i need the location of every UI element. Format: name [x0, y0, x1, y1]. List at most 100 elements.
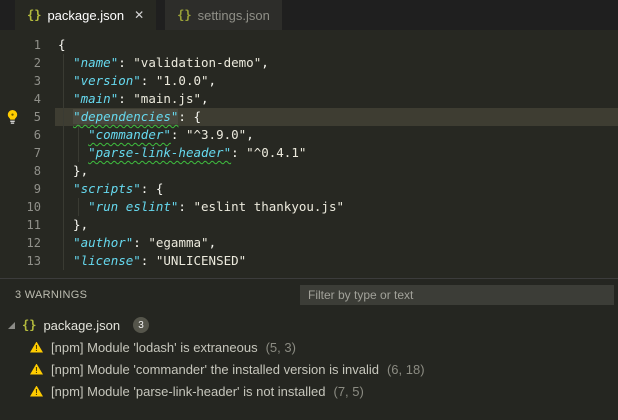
problems-panel: 3 WARNINGS {} package.json 3 ! [npm] Modu… — [0, 278, 618, 420]
code-line[interactable]: }, — [58, 162, 618, 180]
tab-bar: {} package.json ✕ {} settings.json — [0, 0, 618, 30]
token-str: "validation-demo" — [133, 55, 262, 70]
code-line[interactable]: { — [58, 36, 618, 54]
json-icon: {} — [22, 318, 37, 332]
token-str: "1.0.0" — [155, 73, 209, 88]
token-punc: : — [133, 235, 149, 250]
problems-tree: {} package.json 3 ! [npm] Module 'lodash'… — [0, 314, 618, 402]
token-punc — [58, 181, 73, 196]
json-icon: {} — [27, 8, 42, 22]
problem-position: (5, 3) — [265, 339, 296, 355]
line-number: 11 — [26, 218, 41, 232]
token-str: "^0.4.1" — [246, 145, 307, 160]
token-punc — [58, 73, 73, 88]
token-punc: , — [261, 55, 269, 70]
token-punc — [58, 199, 88, 214]
token-punc: { — [58, 37, 66, 52]
problem-row[interactable]: ! [npm] Module 'parse-link-header' is not… — [0, 380, 618, 402]
problem-count-badge: 3 — [133, 317, 150, 333]
token-key: "scripts" — [73, 181, 141, 196]
token-str: "UNLICENSED" — [155, 253, 247, 268]
token-punc: : — [178, 199, 194, 214]
token-punc: : — [231, 145, 247, 160]
code-line[interactable]: }, — [58, 216, 618, 234]
code-line[interactable]: "author": "egamma", — [58, 234, 618, 252]
code-line[interactable]: "run eslint": "eslint thankyou.js" — [58, 198, 618, 216]
warning-icon: ! — [30, 341, 43, 353]
warning-icon: ! — [30, 385, 43, 397]
token-punc: }, — [58, 217, 89, 232]
line-number: 9 — [33, 182, 41, 196]
token-punc — [58, 253, 73, 268]
token-punc: : — [140, 73, 156, 88]
problem-message: [npm] Module 'commander' the installed v… — [51, 361, 379, 377]
token-str: "eslint thankyou.js" — [193, 199, 344, 214]
token-key: "parse-link-header" — [88, 145, 232, 160]
token-key: "license" — [73, 253, 141, 268]
problems-filter-input[interactable] — [300, 285, 614, 305]
close-icon[interactable]: ✕ — [134, 8, 144, 22]
problem-message: [npm] Module 'lodash' is extraneous — [51, 339, 258, 355]
token-punc: : — [118, 55, 134, 70]
problem-position: (6, 18) — [386, 361, 425, 377]
code-line[interactable]: "version": "1.0.0", — [58, 72, 618, 90]
line-number: 7 — [33, 146, 41, 160]
token-key: "run eslint" — [88, 199, 179, 214]
token-punc: , — [201, 91, 209, 106]
token-punc: , — [246, 127, 254, 142]
code-line[interactable]: "license": "UNLICENSED" — [58, 252, 618, 270]
problem-message: [npm] Module 'parse-link-header' is not … — [51, 383, 326, 399]
line-number: 8 — [33, 164, 41, 178]
code-line[interactable]: "main": "main.js", — [58, 90, 618, 108]
code-line[interactable]: "commander": "^3.9.0", — [58, 126, 618, 144]
problem-position: (7, 5) — [333, 383, 364, 399]
token-punc — [58, 235, 73, 250]
code-line[interactable]: "parse-link-header": "^0.4.1" — [58, 144, 618, 162]
code-line[interactable]: "scripts": { — [58, 180, 618, 198]
token-key: "commander" — [88, 127, 171, 142]
token-punc — [58, 127, 88, 142]
line-number: 2 — [33, 56, 41, 70]
code-line[interactable]: "name": "validation-demo", — [58, 54, 618, 72]
line-number: 4 — [33, 92, 41, 106]
gutter: 1 2 3 4 5 6 7 8 9 10 11 12 13 — [0, 36, 44, 270]
problems-header: 3 WARNINGS — [0, 279, 618, 311]
problem-list: ! [npm] Module 'lodash' is extraneous (5, … — [0, 336, 618, 402]
tab-package-json[interactable]: {} package.json ✕ — [15, 0, 157, 30]
code-line[interactable]: "dependencies": { — [58, 108, 618, 126]
line-number: 12 — [26, 236, 41, 250]
token-punc: }, — [58, 163, 89, 178]
code-editor[interactable]: 1 2 3 4 5 6 7 8 9 10 11 12 13 { "name": "validation-… — [0, 30, 618, 278]
token-key: "dependencies" — [73, 109, 179, 124]
line-number: 1 — [33, 38, 41, 52]
problem-row[interactable]: ! [npm] Module 'commander' the installed … — [0, 358, 618, 380]
file-row-package-json[interactable]: {} package.json 3 — [0, 314, 618, 336]
line-number: 10 — [26, 200, 41, 214]
token-punc: : { — [178, 109, 201, 124]
token-punc: , — [208, 73, 217, 88]
twistie-expanded-icon[interactable] — [8, 321, 15, 329]
token-punc: : — [170, 127, 186, 142]
json-icon: {} — [177, 8, 192, 22]
token-punc: : — [118, 91, 134, 106]
problem-row[interactable]: ! [npm] Module 'lodash' is extraneous (5, … — [0, 336, 618, 358]
code-lines[interactable]: { "name": "validation-demo", "version": … — [58, 36, 618, 270]
line-number: 3 — [33, 74, 41, 88]
warnings-count-label: 3 WARNINGS — [15, 289, 88, 301]
token-key: "author" — [73, 235, 134, 250]
line-number: 13 — [26, 254, 41, 268]
token-key: "main" — [73, 91, 119, 106]
token-str: "egamma" — [148, 235, 209, 250]
token-key: "name" — [73, 55, 119, 70]
tab-settings-json[interactable]: {} settings.json — [165, 0, 282, 30]
token-punc — [58, 145, 88, 160]
token-punc — [58, 91, 73, 106]
token-punc: : — [140, 253, 156, 268]
lightbulb-icon[interactable] — [5, 109, 20, 130]
file-label: package.json — [43, 317, 121, 333]
tab-label: settings.json — [197, 7, 270, 23]
token-str: "main.js" — [133, 91, 202, 106]
token-punc — [58, 55, 73, 70]
warning-icon: ! — [30, 363, 43, 375]
tab-label: package.json — [47, 7, 125, 23]
